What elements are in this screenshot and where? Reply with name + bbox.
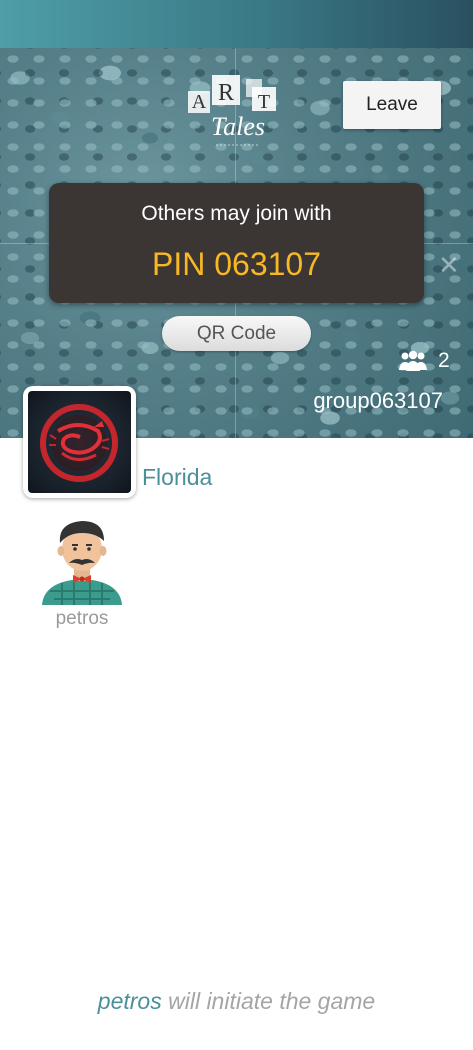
team-avatar[interactable] [23,386,136,498]
group-name: group063107 [313,388,443,413]
scorpion-emblem-icon [40,404,118,482]
x-mark-decoration: ✕ [438,250,460,280]
leave-button[interactable]: Leave [343,81,441,129]
top-bar [0,0,473,48]
users-icon [399,350,427,371]
logo-letter-t: T [258,91,270,113]
pin-value: PIN 063107 [151,246,321,282]
pin-caption: Others may join with [141,202,332,225]
logo-letter-r: R [218,80,234,106]
logo-word: Tales [211,112,265,141]
art-tales-logo: A R T Tales [188,75,276,146]
player-card: petros [32,515,132,629]
team-name: Florida [142,464,213,490]
mustache-man-avatar-icon [42,521,122,605]
pin-panel: Others may join with PIN 063107 [49,183,424,303]
member-count-value: 2 [438,349,450,372]
logo-letter-a: A [192,91,207,113]
player-name: petros [55,608,109,629]
member-count: 2 [398,347,450,375]
initiator-text: will initiate the game [168,988,376,1014]
initiator-name: petros [97,988,162,1014]
initiator-message: petros will initiate the game [0,988,473,1015]
qr-code-button[interactable]: QR Code [162,316,311,351]
